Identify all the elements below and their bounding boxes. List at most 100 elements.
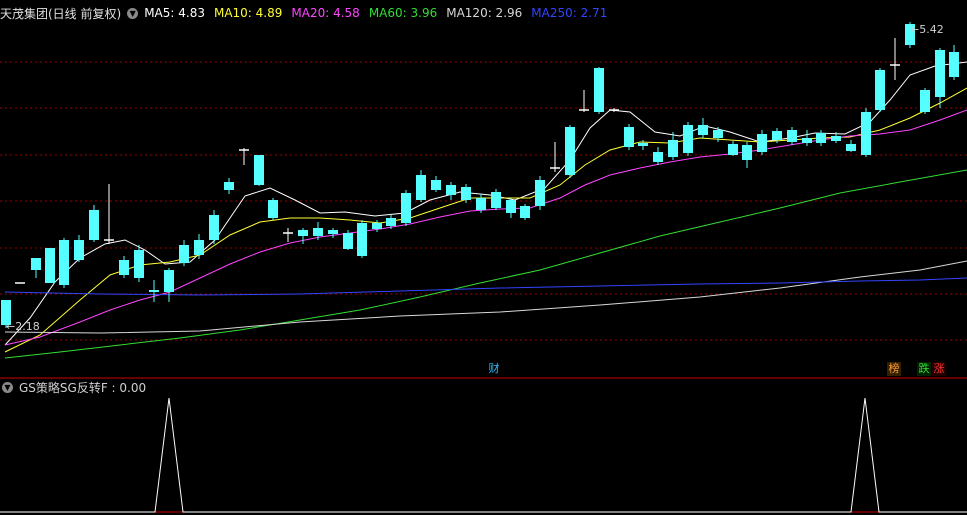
candle-body-down	[401, 193, 411, 223]
candlestick	[861, 108, 871, 157]
candle-body-down	[134, 250, 144, 278]
stock-title: 天茂集团(日线 前复权)	[0, 6, 122, 21]
candlestick	[59, 238, 69, 288]
candlestick	[506, 198, 516, 218]
candle-body-down	[757, 134, 767, 152]
candlestick	[89, 205, 99, 242]
candlestick	[491, 189, 501, 210]
candle-body-down	[119, 260, 129, 275]
candlestick	[624, 124, 634, 150]
candle-body-down	[535, 180, 545, 206]
candlestick	[179, 240, 189, 266]
candle-body-down	[728, 144, 738, 155]
candlestick	[653, 147, 663, 165]
candlestick	[698, 118, 708, 138]
candlestick	[935, 48, 945, 108]
stock-chart-window[interactable]: 天茂集团(日线 前复权) ▼ MA5: 4.83 MA10: 4.89 MA20…	[0, 0, 967, 515]
candlestick	[890, 38, 900, 80]
candle-body-down	[416, 175, 426, 200]
candlestick	[328, 228, 338, 238]
ma20-value: MA20: 4.58	[291, 6, 360, 20]
candle-body-down	[683, 125, 693, 153]
chevron-down-icon[interactable]: ▼	[2, 381, 13, 393]
candle-body-down	[831, 136, 841, 141]
candle-body-down	[179, 245, 189, 263]
candle-body-down	[520, 206, 530, 218]
candle-body-down	[653, 152, 663, 162]
candlestick	[535, 176, 545, 210]
candle-body-down	[89, 210, 99, 240]
candlestick	[875, 68, 885, 112]
ma120-value: MA120: 2.96	[446, 6, 523, 20]
candlestick	[757, 130, 767, 155]
candle-body-down	[638, 143, 648, 146]
candle-body-down	[698, 125, 708, 135]
candlestick	[431, 176, 441, 192]
candlestick	[149, 280, 159, 302]
candlestick	[816, 130, 826, 146]
candle-body-down	[209, 215, 219, 240]
candlestick	[787, 127, 797, 145]
candle-body-down	[372, 223, 382, 229]
ma60-value: MA60: 3.96	[368, 6, 438, 20]
ma10-value: MA10: 4.89	[213, 6, 283, 20]
candle-body-down	[224, 182, 234, 190]
ma120-line	[4, 260, 967, 334]
candle-body-down	[328, 230, 338, 234]
indicator-header: ▼ GS策略SG反转F : 0.00	[0, 379, 146, 395]
low-price-label: ←2.18	[6, 320, 40, 333]
candlestick	[31, 258, 41, 278]
candle-body-down	[194, 240, 204, 255]
candlestick	[638, 140, 648, 150]
rise-tag[interactable]: 涨	[932, 362, 946, 376]
candle-body-down	[386, 218, 396, 226]
candlestick	[357, 220, 367, 258]
candlestick	[520, 204, 530, 220]
candle-body-down	[357, 223, 367, 256]
ma20-line	[4, 109, 967, 346]
candle-body-down	[74, 240, 84, 260]
candlestick	[45, 248, 55, 283]
candle-body-down	[59, 240, 69, 285]
candlestick	[164, 268, 174, 302]
candlestick	[254, 155, 264, 186]
chevron-down-icon[interactable]: ▼	[127, 7, 139, 19]
candlestick	[742, 142, 752, 168]
candle-body-down	[594, 68, 604, 112]
candlestick	[134, 245, 144, 282]
candle-body-down	[949, 52, 959, 77]
high-price-label: ←5.42	[910, 23, 944, 36]
candle-body-down	[446, 185, 456, 195]
candlestick	[802, 130, 812, 146]
candle-body-down	[506, 200, 516, 213]
candle-body-down	[846, 144, 856, 151]
candle-body-down	[491, 192, 501, 208]
candlestick	[239, 148, 249, 165]
indicator-spike-line	[0, 397, 967, 513]
ma250-value: MA250: 2.71	[531, 6, 608, 20]
candlestick	[579, 90, 589, 112]
finance-tag[interactable]: 财	[487, 362, 501, 376]
candlestick	[446, 182, 456, 200]
candle-body-down	[875, 70, 885, 110]
candlestick	[74, 235, 84, 262]
candlestick-chart[interactable]	[0, 0, 967, 515]
ma250-line	[4, 277, 967, 296]
rank-tag[interactable]: 榜	[887, 362, 901, 376]
candlestick	[668, 132, 678, 160]
candle-body-down	[149, 290, 159, 292]
drop-tag[interactable]: 跌	[917, 362, 931, 376]
candle-body-down	[772, 131, 782, 140]
candlestick	[343, 230, 353, 250]
candle-body-down	[254, 155, 264, 185]
candlestick	[550, 142, 560, 172]
candle-body-down	[343, 233, 353, 249]
candle-body-down	[713, 130, 723, 138]
indicator-title: GS策略SG反转F : 0.00	[19, 380, 147, 395]
candle-body-down	[816, 133, 826, 143]
candle-body-down	[920, 90, 930, 112]
price-gridlines	[0, 61, 967, 513]
candle-body-down	[565, 127, 575, 175]
candlestick	[283, 228, 293, 242]
candle-body-down	[787, 130, 797, 142]
